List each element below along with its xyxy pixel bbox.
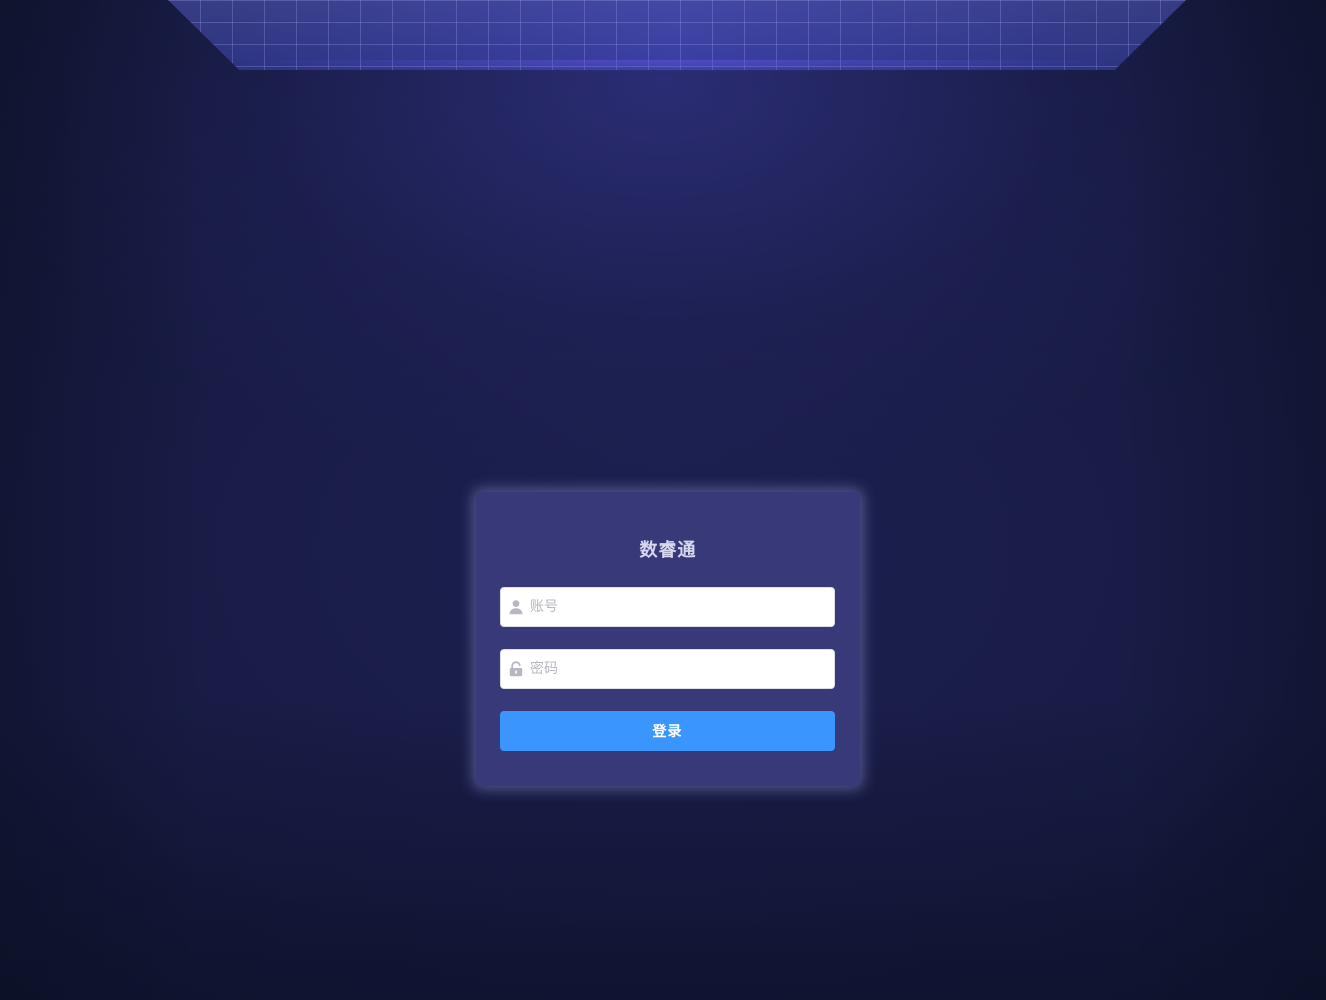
account-field[interactable] (500, 587, 835, 627)
login-card: 数睿通 登录 (476, 492, 860, 786)
account-input[interactable] (530, 588, 826, 626)
app-title: 数睿通 (639, 540, 697, 561)
password-input[interactable] (530, 650, 826, 688)
login-button[interactable]: 登录 (500, 711, 835, 751)
user-icon (508, 599, 524, 615)
top-glow (238, 60, 1118, 72)
lock-icon (508, 661, 524, 677)
password-field[interactable] (500, 649, 835, 689)
